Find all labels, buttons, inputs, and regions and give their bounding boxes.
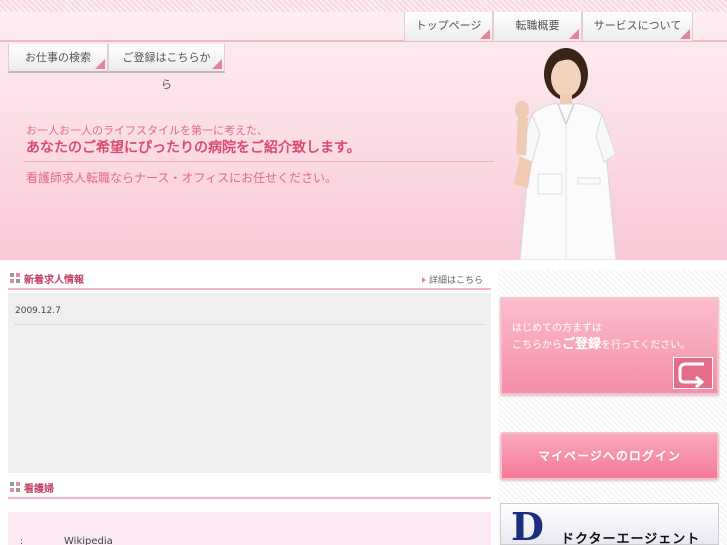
nav-top-page-label: トップページ	[415, 19, 482, 32]
corner-triangle-icon	[480, 29, 490, 39]
first-time-line1: はじめての方まずは	[512, 323, 602, 334]
return-arrow-icon	[673, 357, 713, 389]
section-bullet-icon	[10, 273, 20, 283]
new-jobs-title: 新着求人情報	[24, 275, 84, 286]
doctor-agent-logo: D	[511, 504, 544, 545]
wikipedia-link[interactable]: Wikipedia	[64, 536, 113, 545]
nurse-section-body: : Wikipedia	[8, 512, 491, 545]
corner-triangle-icon	[680, 29, 690, 39]
nav-about-service-label: サービスについて	[593, 19, 682, 32]
hero-tagline-3: 看護師求人転職ならナース・オフィスにお任せください。	[26, 171, 338, 185]
hero-tagline-1: お一人お一人のライフスタイルを第一に考えた、	[26, 124, 268, 137]
doctor-agent-label: ドクターエージェント	[561, 532, 701, 545]
new-jobs-list: 2009.12.7	[8, 293, 491, 473]
top-navigation: トップページ 転職概要 サービスについて	[404, 12, 693, 41]
nav-about-service[interactable]: サービスについて	[582, 12, 693, 41]
nurse-image	[514, 48, 617, 260]
nav-job-search[interactable]: お仕事の検索	[8, 44, 108, 73]
secondary-navigation: お仕事の検索 ご登録はこちらから	[8, 44, 225, 91]
corner-triangle-icon	[212, 59, 222, 69]
nurse-colon: :	[20, 537, 24, 545]
first-time-line2-pre: こちらから	[512, 340, 562, 351]
doctor-agent-banner[interactable]: D ドクターエージェント	[500, 503, 719, 545]
nurse-section-header: 看護婦	[8, 477, 491, 499]
nav-top-page[interactable]: トップページ	[404, 12, 493, 41]
new-jobs-more-link[interactable]: 詳細はこちら	[422, 273, 483, 286]
news-divider	[15, 324, 485, 325]
hero-tagline-2: あなたのご希望にぴったりの病院をご紹介致します。	[26, 140, 361, 156]
new-jobs-header: 新着求人情報 詳細はこちら	[8, 268, 491, 290]
section-bullet-icon	[10, 482, 20, 492]
first-time-line2: こちらからご登録を行ってください。	[512, 333, 690, 352]
corner-triangle-icon	[569, 29, 579, 39]
first-time-register-banner[interactable]: はじめての方まずは こちらからご登録を行ってください。	[500, 297, 719, 395]
corner-triangle-icon	[95, 59, 105, 69]
nurse-section-title: 看護婦	[24, 484, 54, 495]
first-time-line2-post: を行ってください。	[601, 340, 691, 351]
nav-register[interactable]: ご登録はこちらから	[108, 44, 225, 91]
hero-divider	[24, 161, 494, 162]
mypage-login-button[interactable]: マイページへのログイン	[500, 432, 719, 480]
first-time-line2-bold: ご登録	[562, 337, 602, 352]
news-date: 2009.12.7	[15, 306, 61, 316]
nav-career-overview-label: 転職概要	[515, 19, 560, 32]
top-decorative-strip	[0, 0, 727, 12]
nav-job-search-label: お仕事の検索	[25, 51, 91, 64]
nav-career-overview[interactable]: 転職概要	[493, 12, 582, 41]
